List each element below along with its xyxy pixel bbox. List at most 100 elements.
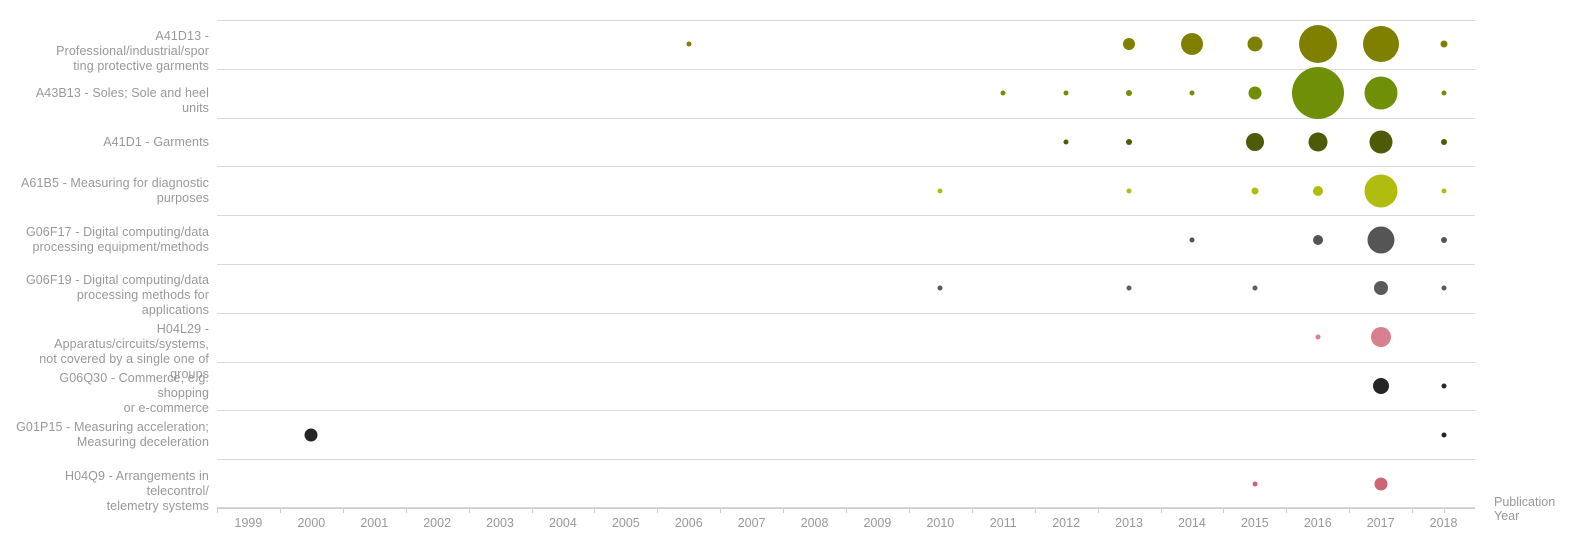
row-label-line1: A43B13 - Soles; Sole and heel units — [35, 85, 209, 115]
bubble[interactable] — [1374, 477, 1388, 491]
row-label-line1: G06F19 - Digital computing/data — [25, 273, 209, 288]
bubble[interactable] — [1063, 139, 1069, 145]
bubble[interactable] — [304, 428, 318, 442]
x-tick-end — [1443, 508, 1445, 513]
bubble[interactable] — [1298, 25, 1337, 64]
row-band — [217, 20, 1475, 69]
row-label-line2: Measuring deceleration — [76, 434, 209, 449]
bubble[interactable] — [1252, 481, 1258, 487]
bubble[interactable] — [1251, 187, 1259, 195]
row-label-line1: G06F17 - Digital computing/data — [25, 224, 209, 239]
row-band — [217, 459, 1475, 508]
bubble[interactable] — [686, 41, 692, 47]
bubble[interactable] — [1441, 90, 1447, 96]
x-tick — [720, 508, 722, 513]
x-tick — [468, 508, 470, 513]
row-label-8: G01P15 - Measuring acceleration; Measurin… — [9, 420, 209, 450]
bubble[interactable] — [1441, 188, 1447, 194]
row-label-2: A41D1 - Garments — [9, 135, 209, 150]
bubble[interactable] — [1126, 139, 1133, 145]
bubble[interactable] — [1180, 33, 1203, 56]
row-label-line2: ting protective garments — [73, 59, 209, 74]
x-axis-title-line2: Year — [1494, 509, 1520, 523]
x-tick — [1286, 508, 1288, 513]
bubble[interactable] — [1370, 327, 1391, 348]
bubble[interactable] — [1441, 432, 1447, 438]
bubble-chart: A41D13 - Professional/industrial/spor tin… — [0, 0, 1581, 542]
x-tick — [1034, 508, 1036, 513]
row-label-1: A43B13 - Soles; Sole and heel units — [9, 86, 209, 116]
row-label-line1: A41D1 - Garments — [103, 134, 209, 149]
bubble[interactable] — [1440, 139, 1447, 145]
row-label-line2: telemetry systems — [106, 498, 209, 513]
row-label-0: A41D13 - Professional/industrial/spor tin… — [9, 29, 209, 74]
x-tick-label: 2003 — [486, 516, 514, 530]
x-tick — [1097, 508, 1099, 513]
bubble[interactable] — [1245, 133, 1264, 151]
bubble[interactable] — [1369, 130, 1393, 154]
x-tick-label: 2011 — [989, 516, 1017, 530]
bubble[interactable] — [1364, 76, 1398, 110]
x-tick-label: 2017 — [1366, 516, 1395, 530]
bubble[interactable] — [1441, 285, 1447, 291]
bubble[interactable] — [1189, 237, 1195, 243]
bubble[interactable] — [1308, 132, 1328, 152]
bubble[interactable] — [1063, 90, 1069, 96]
x-tick-label: 2005 — [611, 516, 640, 530]
row-label-line2: processing equipment/methods — [32, 239, 209, 254]
bubble[interactable] — [1247, 36, 1263, 52]
bubble[interactable] — [1362, 26, 1399, 63]
bubble[interactable] — [1312, 234, 1323, 245]
row-label-line2: purposes — [156, 190, 209, 205]
row-band — [217, 68, 1475, 118]
bubble[interactable] — [1126, 188, 1132, 194]
bubble[interactable] — [1126, 285, 1132, 291]
x-tick-label: 2004 — [549, 516, 577, 530]
bubble[interactable] — [1373, 281, 1388, 296]
x-tick-label: 2000 — [297, 516, 326, 530]
row-label-line1: H04L29 - Apparatus/circuits/systems, — [54, 322, 209, 352]
bubble[interactable] — [1367, 226, 1395, 254]
bubble[interactable] — [1252, 285, 1258, 291]
x-tick-label: 2015 — [1240, 516, 1269, 530]
row-label-line1: A41D13 - Professional/industrial/spor — [56, 29, 209, 59]
x-tick — [594, 508, 596, 513]
bubble[interactable] — [1440, 236, 1447, 243]
bubble[interactable] — [1441, 383, 1447, 389]
row-label-line1: G01P15 - Measuring acceleration; — [16, 419, 209, 434]
bubble[interactable] — [1000, 90, 1006, 96]
bubble[interactable] — [1291, 67, 1344, 120]
bubble[interactable] — [1315, 334, 1321, 340]
x-tick-label: 2007 — [737, 516, 766, 530]
bubble[interactable] — [1189, 90, 1195, 96]
bubble[interactable] — [1440, 40, 1448, 48]
row-label-line2: or e-commerce — [123, 401, 209, 415]
row-band — [217, 361, 1475, 411]
x-tick-label: 2001 — [360, 516, 389, 530]
bubble[interactable] — [1364, 174, 1398, 208]
x-tick-label: 2002 — [423, 516, 452, 530]
bubble[interactable] — [1126, 90, 1133, 97]
x-tick-label: 2014 — [1178, 516, 1206, 530]
x-tick — [342, 508, 344, 513]
plot-area — [217, 20, 1475, 508]
x-tick — [971, 508, 973, 513]
bubble[interactable] — [1372, 378, 1389, 394]
x-axis-title-line1: Publication — [1494, 495, 1556, 509]
bubble[interactable] — [1312, 185, 1323, 196]
x-tick-label: 2018 — [1429, 516, 1458, 530]
row-band — [217, 312, 1475, 362]
bubble[interactable] — [937, 188, 943, 194]
x-axis-title: Publication Year — [1494, 495, 1578, 523]
x-tick — [405, 508, 407, 513]
bubble[interactable] — [937, 285, 943, 291]
x-tick — [217, 508, 218, 513]
bubble[interactable] — [1248, 86, 1262, 100]
x-tick — [1223, 508, 1225, 513]
x-tick-label: 2012 — [1052, 516, 1081, 530]
row-label-3: A61B5 - Measuring for diagnostic purposes — [9, 176, 209, 206]
bubble[interactable] — [1123, 38, 1136, 51]
x-tick — [908, 508, 910, 513]
x-tick-label: 2010 — [926, 516, 955, 530]
row-label-line1: A61B5 - Measuring for diagnostic — [20, 175, 209, 190]
